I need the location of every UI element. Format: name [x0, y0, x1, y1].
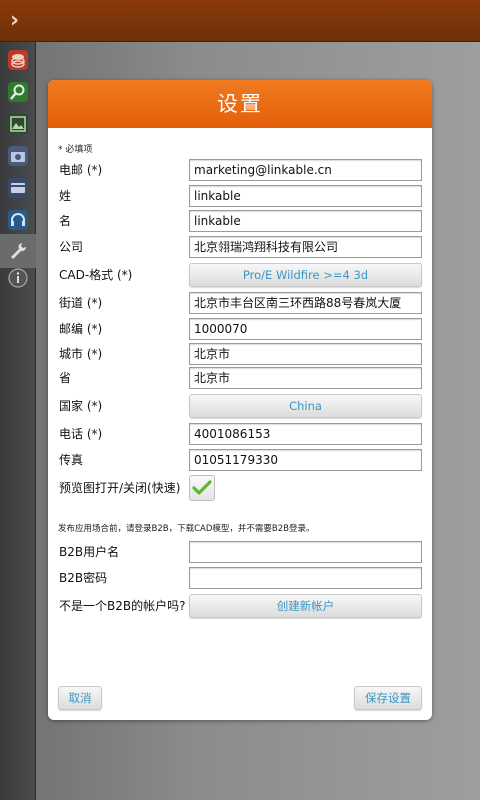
checkmark-icon: [192, 480, 212, 495]
headset-icon[interactable]: [4, 206, 32, 234]
settings-dialog: 设置 * 必填项 电邮 (*) marketing@linkable.cn 姓 …: [48, 80, 432, 720]
surname-label: 姓: [59, 189, 72, 203]
street-label: 街道 (*): [59, 296, 103, 310]
layers-icon[interactable]: [4, 46, 32, 74]
city-field[interactable]: 北京市: [189, 343, 422, 365]
chevron-right-icon[interactable]: ›: [10, 8, 34, 34]
street-field[interactable]: 北京市丰台区南三环西路88号春岚大厦: [189, 292, 422, 314]
required-note: * 必填项: [58, 145, 93, 155]
image-icon[interactable]: [4, 110, 32, 138]
b2b-username-label: B2B用户名: [59, 545, 120, 559]
email-field[interactable]: marketing@linkable.cn: [189, 159, 422, 181]
province-label: 省: [59, 371, 72, 385]
given-name-label: 名: [59, 214, 72, 228]
save-settings-button[interactable]: 保存设置: [354, 686, 422, 710]
sidebar: [0, 42, 36, 800]
create-account-button[interactable]: 创建新帐户: [189, 594, 422, 618]
dialog-title: 设置: [48, 80, 432, 128]
b2b-password-field[interactable]: [189, 567, 422, 589]
surname-field[interactable]: linkable: [189, 185, 422, 207]
b2b-notice: 发布应用场合前，请登录B2B，下载CAD模型，并不需要B2B登录。: [58, 524, 315, 534]
info-icon[interactable]: [4, 264, 32, 292]
country-select[interactable]: China: [189, 394, 422, 418]
cancel-button[interactable]: 取消: [58, 686, 102, 710]
no-account-label: 不是一个B2B的帐户吗?: [59, 599, 186, 613]
b2b-username-field[interactable]: [189, 541, 422, 563]
camera-icon[interactable]: [4, 142, 32, 170]
fax-field[interactable]: 01051179330: [189, 449, 422, 471]
postcode-field[interactable]: 1000070: [189, 318, 422, 340]
top-bar: ›: [0, 0, 480, 42]
phone-field[interactable]: 4001086153: [189, 423, 422, 445]
city-label: 城市 (*): [59, 347, 103, 361]
cad-format-select[interactable]: Pro/E Wildfire >=4 3d: [189, 263, 422, 287]
b2b-password-label: B2B密码: [59, 571, 108, 585]
cad-format-label: CAD-格式 (*): [59, 268, 133, 282]
company-label: 公司: [59, 240, 84, 254]
company-field[interactable]: 北京翎瑞鸿翔科技有限公司: [189, 236, 422, 258]
preview-checkbox[interactable]: [189, 475, 215, 501]
phone-label: 电话 (*): [59, 427, 103, 441]
wrench-icon[interactable]: [0, 234, 36, 268]
postcode-label: 邮编 (*): [59, 322, 103, 336]
province-field[interactable]: 北京市: [189, 367, 422, 389]
search-icon[interactable]: [4, 78, 32, 106]
country-label: 国家 (*): [59, 399, 103, 413]
email-label: 电邮 (*): [59, 163, 103, 177]
fax-label: 传真: [59, 453, 84, 467]
given-name-field[interactable]: linkable: [189, 210, 422, 232]
preview-toggle-label: 预览图打开/关闭(快速): [59, 481, 181, 495]
card-icon[interactable]: [4, 174, 32, 202]
